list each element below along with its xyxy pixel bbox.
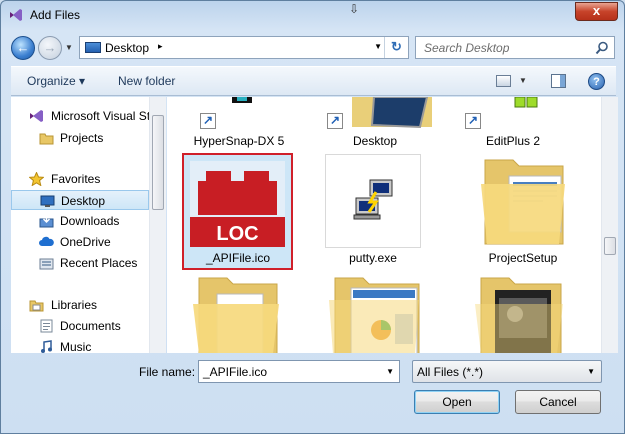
view-dropdown-icon[interactable]: ▼ <box>519 76 527 85</box>
chevron-down-icon[interactable]: ▼ <box>587 367 595 376</box>
desktop-icon <box>85 42 101 53</box>
nav-item-documents[interactable]: Documents <box>11 316 149 336</box>
thumbnail-frame <box>325 154 421 248</box>
nav-item-label: Documents <box>60 319 121 333</box>
nav-item-libraries[interactable]: Libraries <box>11 295 149 315</box>
address-location[interactable]: Desktop <box>105 41 149 55</box>
file-item-folder[interactable] <box>471 274 571 353</box>
search-box[interactable]: Search Desktop <box>415 36 615 59</box>
help-icon[interactable]: ? <box>588 73 605 90</box>
change-view-icon[interactable] <box>496 75 511 87</box>
file-name-input[interactable]: _APIFile.ico <box>203 365 267 379</box>
chevron-down-icon[interactable]: ▼ <box>386 367 394 376</box>
nav-item-label: Downloads <box>60 214 120 228</box>
nav-item-label: OneDrive <box>60 235 111 249</box>
documents-icon <box>40 319 53 333</box>
folder-icon <box>193 277 279 353</box>
back-button[interactable]: ← <box>11 36 35 60</box>
file-name: EditPlus 2 <box>485 134 541 148</box>
forward-button[interactable]: → <box>38 36 62 60</box>
putty-icon <box>353 179 393 220</box>
window-title: Add Files <box>30 8 81 22</box>
recent-places-icon <box>39 258 54 270</box>
music-icon <box>41 340 52 353</box>
file-item-hypersnap[interactable]: HyperSnap-DX 5 <box>184 97 294 149</box>
nav-item-label: Projects <box>60 131 104 145</box>
nav-item-recent-places[interactable]: Recent Places <box>11 253 149 273</box>
file-name: _APIFile.ico <box>205 251 271 265</box>
history-dropdown-icon[interactable]: ▼ <box>65 43 73 52</box>
file-item-apifile-ico[interactable]: LOC _APIFile.ico <box>182 153 293 270</box>
address-bar[interactable]: Desktop ▸ ▼ ↻ <box>79 36 409 59</box>
cloud-icon <box>39 236 54 246</box>
hypersnap-icon <box>232 97 252 103</box>
navigation-pane: Microsoft Visual St Projects Favorites D… <box>11 97 166 354</box>
loc-thumb-text: LOC <box>216 223 258 245</box>
nav-item-desktop[interactable]: Desktop <box>11 190 149 210</box>
file-list: HyperSnap-DX 5 Desktop EditPlus 2 <box>167 97 601 353</box>
address-dropdown-icon[interactable]: ▼ <box>374 42 382 51</box>
nav-item-onedrive[interactable]: OneDrive <box>11 232 149 252</box>
libraries-icon <box>29 300 44 312</box>
folder-icon <box>481 159 565 245</box>
open-button[interactable]: Open <box>414 390 500 414</box>
nav-item-label: Desktop <box>61 194 106 208</box>
file-item-putty[interactable]: putty.exe <box>325 154 421 269</box>
close-button[interactable]: x <box>575 2 618 21</box>
file-name-label: File name: <box>139 365 196 379</box>
nav-item-visual-studio[interactable]: Microsoft Visual St <box>11 106 151 126</box>
file-item-projectsetup[interactable]: ProjectSetup <box>463 154 583 269</box>
visual-studio-icon <box>10 9 22 21</box>
file-item-editplus[interactable]: EditPlus 2 <box>463 97 583 149</box>
visual-studio-icon <box>30 110 43 122</box>
file-item-folder[interactable] <box>323 274 433 353</box>
editplus-icon <box>514 97 538 108</box>
search-input[interactable]: Search Desktop <box>424 41 509 55</box>
file-name: putty.exe <box>349 251 397 265</box>
file-item-folder[interactable] <box>187 274 287 353</box>
new-folder-button[interactable]: New folder <box>118 74 175 88</box>
folder-icon <box>475 277 563 353</box>
file-name-field[interactable]: _APIFile.ico ▼ <box>198 360 400 383</box>
loc-icon: LOC <box>190 161 285 247</box>
nav-item-favorites[interactable]: Favorites <box>11 169 149 189</box>
folder-icon <box>329 277 420 353</box>
nav-item-downloads[interactable]: Downloads <box>11 211 149 231</box>
nav-item-label: Recent Places <box>60 256 138 270</box>
file-type-value: All Files (*.*) <box>417 365 484 379</box>
downloads-icon <box>39 215 54 228</box>
search-icon[interactable] <box>595 41 609 55</box>
nav-item-label: Microsoft Visual St <box>51 109 151 123</box>
nav-item-label: Favorites <box>51 172 101 186</box>
file-name: Desktop <box>352 134 398 148</box>
refresh-button[interactable]: ↻ <box>384 37 408 58</box>
nav-item-label: Libraries <box>51 298 98 312</box>
cursor-icon: ⇩ <box>349 2 360 16</box>
shortcut-overlay-icon <box>200 113 216 129</box>
command-bar: Organize ▾ New folder ▼ ? <box>11 66 616 96</box>
star-icon <box>29 172 44 186</box>
folder-icon <box>39 133 54 145</box>
desktop-shortcut-icon <box>352 97 432 129</box>
file-list-scrollbar[interactable] <box>601 97 618 353</box>
scrollbar-thumb[interactable] <box>604 237 616 255</box>
file-item-desktop[interactable]: Desktop <box>315 97 432 149</box>
nav-pane-scrollbar[interactable] <box>149 97 166 353</box>
shortcut-overlay-icon <box>465 113 481 129</box>
shortcut-overlay-icon <box>327 113 343 129</box>
preview-pane-icon[interactable] <box>551 74 566 88</box>
file-type-select[interactable]: All Files (*.*) ▼ <box>412 360 602 383</box>
desktop-icon <box>40 195 55 207</box>
organize-button[interactable]: Organize ▾ <box>27 74 85 88</box>
breadcrumb-separator[interactable]: ▸ <box>158 41 163 52</box>
scrollbar-thumb[interactable] <box>152 115 164 210</box>
add-files-dialog: Add Files ⇩ x ← → ▼ Desktop ▸ ▼ ↻ Search… <box>0 0 625 434</box>
nav-item-projects[interactable]: Projects <box>11 128 149 148</box>
file-name: HyperSnap-DX 5 <box>193 134 285 148</box>
nav-item-label: Music <box>60 340 92 354</box>
nav-item-music[interactable]: Music <box>11 337 149 357</box>
title-bar[interactable]: Add Files ⇩ x <box>1 1 624 31</box>
file-name: ProjectSetup <box>488 251 558 265</box>
cancel-button[interactable]: Cancel <box>515 390 601 414</box>
